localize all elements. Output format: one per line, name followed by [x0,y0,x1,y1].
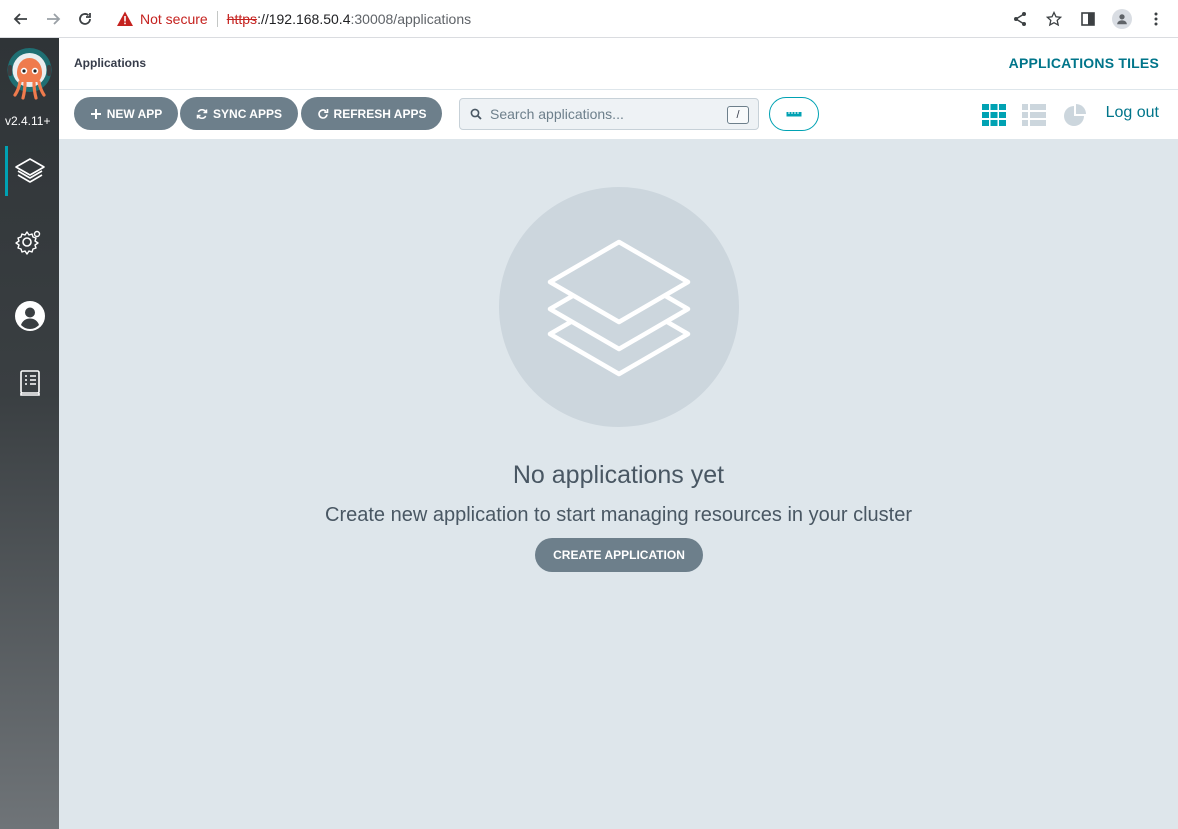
sidebar-item-documentation[interactable] [0,358,59,408]
bookmark-button[interactable] [1040,5,1068,33]
share-icon [1014,12,1026,26]
empty-state-title: No applications yet [512,461,725,489]
sidebar-item-settings[interactable] [0,216,59,266]
star-icon [1046,11,1062,27]
empty-state-illustration [499,187,739,427]
security-indicator[interactable]: Not secure [116,10,208,28]
applications-toolbar: NEW APP SYNC APPS REFRESH APPS / [59,90,1178,140]
create-application-button[interactable]: CREATE APPLICATION [535,538,703,572]
url-path: :30008/applications [350,11,472,27]
profile-avatar [1112,9,1132,29]
profile-button[interactable] [1108,5,1136,33]
layers-icon [14,158,45,183]
reload-button[interactable] [70,4,100,34]
address-separator [216,11,218,27]
applications-empty-state: No applications yet Create new applicati… [59,141,1178,829]
browser-toolbar: Not secure https://192.168.50.4:30008/ap… [0,0,1178,38]
search-box[interactable]: / [459,98,759,130]
search-input[interactable] [490,106,730,122]
side-panel-button[interactable] [1074,5,1102,33]
browser-actions [1006,4,1170,34]
person-icon [1117,14,1127,25]
back-button[interactable] [6,4,36,34]
page-title: Applications [74,56,147,70]
ruler-icon [786,112,802,117]
search-shortcut-key: / [727,106,749,124]
url-host: ://192.168.50.4 [257,11,351,27]
new-app-label: NEW APP [106,106,163,121]
search-icon [470,108,482,120]
sync-icon [196,108,208,119]
summary-view-button[interactable] [1062,102,1088,128]
refresh-icon [317,108,328,119]
kebab-menu-icon [1154,12,1158,26]
warning-icon [117,11,133,26]
logout-link[interactable]: Log out [1106,104,1159,122]
user-icon [14,301,45,331]
docs-icon [19,370,40,396]
sync-apps-label: SYNC APPS [213,106,282,121]
sidebar-item-applications[interactable] [0,146,59,196]
url-scheme: https [226,11,258,27]
security-label: Not secure [140,11,208,27]
view-title: APPLICATIONS TILES [1008,55,1159,71]
browser-menu-button[interactable] [1142,5,1170,33]
pie-chart-icon [1064,104,1086,126]
arrow-right-icon [47,13,61,25]
grid-icon [982,104,1006,126]
new-app-button[interactable]: NEW APP [74,97,178,130]
sync-apps-button[interactable]: SYNC APPS [180,97,298,130]
refresh-apps-label: REFRESH APPS [333,106,427,121]
empty-state-subtitle: Create new application to start managing… [325,504,912,526]
share-button[interactable] [1006,5,1034,33]
list-icon [1022,104,1046,126]
arrow-left-icon [13,13,27,25]
address-bar[interactable]: Not secure https://192.168.50.4:30008/ap… [108,4,998,34]
refresh-apps-button[interactable]: REFRESH APPS [301,97,442,130]
layers-icon [547,239,691,377]
page-header: Applications APPLICATIONS TILES [59,38,1178,90]
filters-toggle-button[interactable] [769,97,819,131]
side-panel-icon [1081,12,1095,26]
plus-icon [90,108,101,119]
list-view-button[interactable] [1021,102,1047,128]
argo-logo-icon [7,48,52,100]
tiles-view-button[interactable] [981,102,1007,128]
sidebar-item-user-info[interactable] [0,291,59,341]
reload-icon [79,13,91,25]
forward-button[interactable] [38,4,68,34]
sidebar: v2.4.11+ [0,38,59,829]
version-label: v2.4.11+ [5,114,51,128]
gear-icon [14,230,40,255]
